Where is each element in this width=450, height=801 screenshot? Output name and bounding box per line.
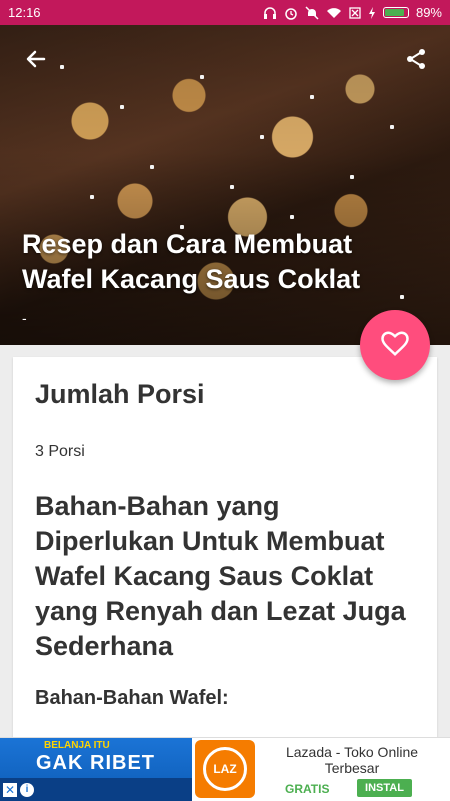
favorite-button[interactable] (360, 310, 430, 380)
lazada-logo[interactable]: LAZ (195, 740, 255, 798)
sim-icon (349, 6, 361, 19)
ad-app-name[interactable]: Lazada - Toko Online Terbesar (262, 744, 442, 776)
heart-icon (380, 329, 410, 362)
ad-logo-text: LAZ (213, 762, 237, 776)
battery-percent: 89% (415, 5, 442, 20)
ad-info-icon[interactable]: i (20, 783, 34, 797)
share-icon (404, 47, 428, 76)
ad-close-icon[interactable]: ✕ (3, 783, 17, 797)
recipe-hero-image (0, 25, 450, 345)
recipe-content-card: Jumlah Porsi 3 Porsi Bahan-Bahan yang Di… (13, 357, 437, 757)
recipe-subtitle: - (22, 310, 27, 326)
back-button[interactable] (20, 45, 52, 77)
status-icons: 89% (263, 5, 442, 20)
ad-price: GRATIS (285, 782, 330, 796)
recipe-title: Resep dan Cara Membuat Wafel Kacang Saus… (22, 229, 361, 294)
status-time: 12:16 (8, 5, 41, 20)
headset-icon (263, 6, 277, 20)
battery-icon (382, 7, 409, 18)
arrow-left-icon (24, 47, 48, 76)
charging-icon (368, 6, 376, 19)
ad-promo-big-text: GAK RIBET (36, 752, 155, 774)
ad-promo-small-text: BELANJA ITU (44, 740, 110, 751)
servings-heading: Jumlah Porsi (35, 379, 205, 409)
ingredients-heading: Bahan-Bahan yang Diperlukan Untuk Membua… (35, 491, 406, 661)
waffle-ingredients-heading: Bahan-Bahan Wafel: (35, 687, 229, 709)
ad-banner[interactable]: BELANJA ITU GAK RIBET ✕ i LAZ Lazada - T… (0, 737, 450, 801)
wifi-icon (326, 7, 342, 19)
alarm-icon (284, 6, 298, 20)
ad-install-button[interactable]: INSTAL (357, 779, 412, 797)
mute-icon (305, 5, 319, 20)
servings-value: 3 Porsi (35, 443, 85, 460)
share-button[interactable] (400, 45, 432, 77)
status-bar: 12:16 89% (0, 0, 450, 25)
